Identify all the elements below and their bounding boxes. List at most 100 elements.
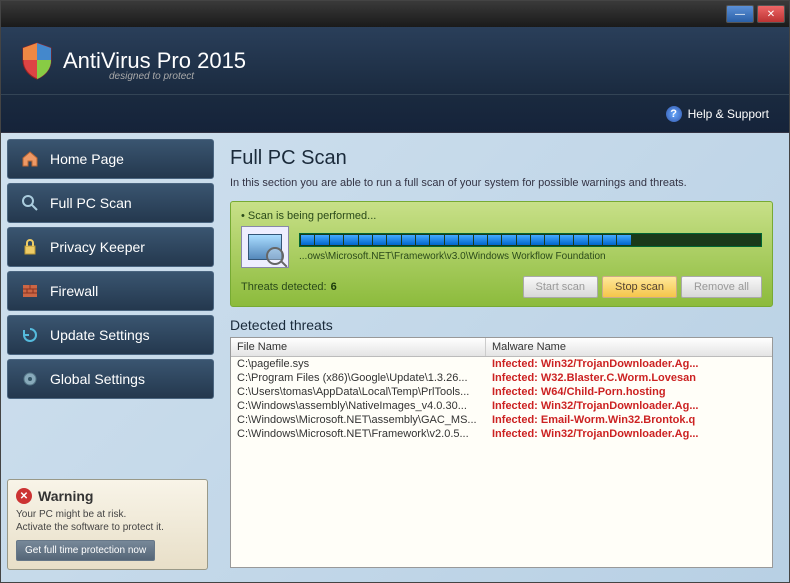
progress-segment [531, 235, 544, 245]
shield-icon [21, 42, 53, 80]
table-row[interactable]: C:\Users\tomas\AppData\Local\Temp\PrlToo… [231, 385, 772, 399]
progress-segment [646, 235, 659, 245]
progress-segment [747, 235, 760, 245]
nav-privacy-keeper[interactable]: Privacy Keeper [7, 227, 214, 267]
app-title: AntiVirus Pro 2015 [63, 48, 246, 74]
scan-row: ...ows\Microsoft.NET\Framework\v3.0\Wind… [241, 226, 762, 268]
progress-segment [445, 235, 458, 245]
cell-malware-name: Infected: W32.Blaster.C.Worm.Lovesan [486, 371, 772, 385]
table-header: File Name Malware Name [231, 338, 772, 357]
scan-monitor-icon [241, 226, 289, 268]
sidebar: Home Page Full PC Scan Privacy Keeper Fi… [1, 133, 214, 582]
nav-update-settings[interactable]: Update Settings [7, 315, 214, 355]
warning-title: Warning [38, 488, 93, 504]
main-panel: Full PC Scan In this section you are abl… [214, 133, 789, 582]
app-subtitle: designed to protect [109, 71, 194, 82]
threats-count: 6 [331, 281, 337, 293]
progress-segment [517, 235, 530, 245]
warning-line1: Your PC might be at risk. [16, 508, 199, 521]
scan-actions-row: Threats detected: 6 Start scan Stop scan… [241, 276, 762, 298]
close-button[interactable]: ✕ [757, 5, 785, 23]
col-file-name[interactable]: File Name [231, 338, 486, 356]
cell-file-name: C:\Windows\Microsoft.NET\Framework\v2.0.… [231, 427, 486, 441]
nav-label: Full PC Scan [50, 195, 132, 211]
scan-info: ...ows\Microsoft.NET\Framework\v3.0\Wind… [299, 233, 762, 262]
warning-x-icon: ✕ [16, 488, 32, 504]
nav-label: Update Settings [50, 327, 150, 343]
threats-table: File Name Malware Name C:\pagefile.sysIn… [230, 337, 773, 568]
warning-line2: Activate the software to protect it. [16, 521, 199, 534]
progress-bar [299, 233, 762, 247]
cell-file-name: C:\Users\tomas\AppData\Local\Temp\PrlToo… [231, 385, 486, 399]
progress-segment [560, 235, 573, 245]
nav-label: Privacy Keeper [50, 239, 145, 255]
cell-malware-name: Infected: Win32/TrojanDownloader.Ag... [486, 399, 772, 413]
table-body: C:\pagefile.sysInfected: Win32/TrojanDow… [231, 357, 772, 441]
start-scan-button[interactable]: Start scan [523, 276, 599, 298]
cell-malware-name: Infected: Win32/TrojanDownloader.Ag... [486, 357, 772, 371]
help-label: Help & Support [688, 107, 769, 121]
progress-segment [387, 235, 400, 245]
cell-file-name: C:\pagefile.sys [231, 357, 486, 371]
firewall-icon [20, 281, 40, 301]
progress-segment [589, 235, 602, 245]
nav-full-pc-scan[interactable]: Full PC Scan [7, 183, 214, 223]
progress-segment [632, 235, 645, 245]
help-bar: ? Help & Support [1, 95, 789, 133]
help-icon: ? [666, 106, 682, 122]
table-row[interactable]: C:\Program Files (x86)\Google\Update\1.3… [231, 371, 772, 385]
remove-all-button[interactable]: Remove all [681, 276, 762, 298]
minimize-button[interactable]: — [726, 5, 754, 23]
cell-file-name: C:\Program Files (x86)\Google\Update\1.3… [231, 371, 486, 385]
table-row[interactable]: C:\Windows\Microsoft.NET\Framework\v2.0.… [231, 427, 772, 441]
progress-segment [330, 235, 343, 245]
progress-segment [474, 235, 487, 245]
table-row[interactable]: C:\Windows\assembly\NativeImages_v4.0.30… [231, 399, 772, 413]
col-malware-name[interactable]: Malware Name [486, 338, 772, 356]
progress-segment [689, 235, 702, 245]
progress-segment [660, 235, 673, 245]
progress-segment [603, 235, 616, 245]
app-header: AntiVirus Pro 2015 designed to protect [1, 27, 789, 95]
scan-panel: • Scan is being performed... ...ows\Micr… [230, 201, 773, 307]
progress-segment [718, 235, 731, 245]
progress-segment [617, 235, 630, 245]
nav-label: Home Page [50, 151, 124, 167]
nav-global-settings[interactable]: Global Settings [7, 359, 214, 399]
page-title: Full PC Scan [230, 147, 773, 170]
get-protection-button[interactable]: Get full time protection now [16, 540, 155, 561]
table-row[interactable]: C:\pagefile.sysInfected: Win32/TrojanDow… [231, 357, 772, 371]
nav-home-page[interactable]: Home Page [7, 139, 214, 179]
warning-text: Your PC might be at risk. Activate the s… [16, 508, 199, 534]
warning-title-row: ✕ Warning [16, 488, 199, 504]
progress-segment [459, 235, 472, 245]
progress-segment [301, 235, 314, 245]
progress-segment [545, 235, 558, 245]
gear-icon [20, 369, 40, 389]
app-window: — ✕ AntiVirus Pro 2015 designed to prote… [0, 0, 790, 583]
progress-segment [430, 235, 443, 245]
cell-file-name: C:\Windows\Microsoft.NET\assembly\GAC_MS… [231, 413, 486, 427]
nav-firewall[interactable]: Firewall [7, 271, 214, 311]
refresh-icon [20, 325, 40, 345]
detected-threats-title: Detected threats [230, 317, 773, 333]
help-support-link[interactable]: ? Help & Support [666, 106, 769, 122]
cell-malware-name: Infected: Win32/TrojanDownloader.Ag... [486, 427, 772, 441]
page-description: In this section you are able to run a fu… [230, 176, 773, 191]
nav-label: Firewall [50, 283, 98, 299]
table-row[interactable]: C:\Windows\Microsoft.NET\assembly\GAC_MS… [231, 413, 772, 427]
titlebar: — ✕ [1, 1, 789, 27]
progress-segment [488, 235, 501, 245]
progress-segment [704, 235, 717, 245]
stop-scan-button[interactable]: Stop scan [602, 276, 677, 298]
body-area: Home Page Full PC Scan Privacy Keeper Fi… [1, 133, 789, 582]
progress-segment [373, 235, 386, 245]
progress-segment [359, 235, 372, 245]
cell-malware-name: Infected: Email-Worm.Win32.Brontok.q [486, 413, 772, 427]
home-icon [20, 149, 40, 169]
scan-status: • Scan is being performed... [241, 210, 762, 222]
progress-segment [574, 235, 587, 245]
nav-label: Global Settings [50, 371, 145, 387]
progress-segment [402, 235, 415, 245]
progress-segment [315, 235, 328, 245]
